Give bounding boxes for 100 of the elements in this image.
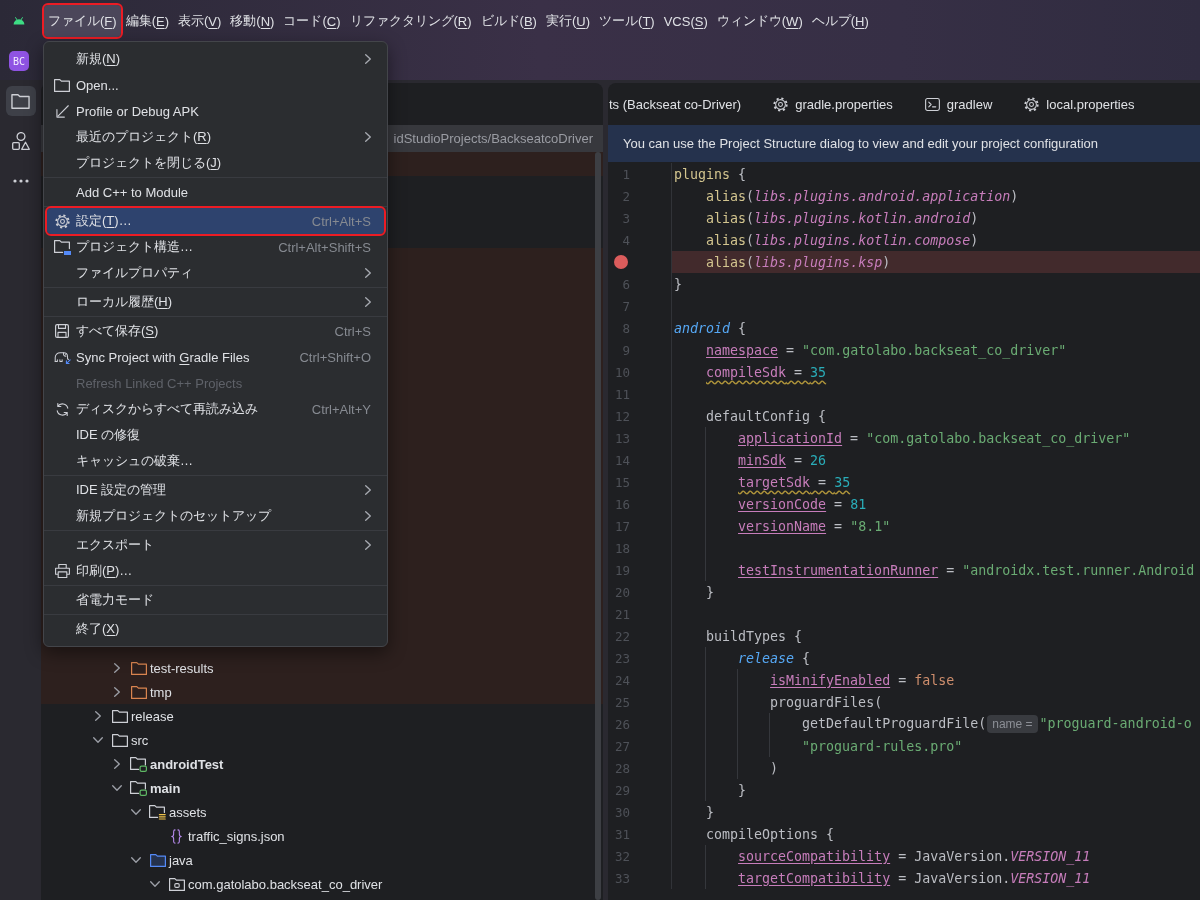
menu-item[interactable]: ファイルプロパティ — [47, 260, 384, 286]
shortcut-text: Ctrl+Alt+Shift+S — [278, 239, 371, 255]
menu-item[interactable]: 終了(X) — [47, 616, 384, 642]
menu-bar-item[interactable]: ウィンドウ(W) — [712, 5, 807, 37]
code-line: release { — [738, 650, 811, 666]
menu-item[interactable]: 新規(N) — [47, 46, 384, 72]
code-line: targetCompatibility = JavaVersion.VERSION_11 — [738, 870, 1091, 886]
robot-icon — [13, 17, 25, 25]
chevron-right-icon[interactable] — [365, 132, 371, 142]
code-line: compileOptions { — [706, 826, 835, 842]
menu-bar-item[interactable]: 編集(E) — [121, 5, 173, 37]
menu-bar-item[interactable]: 移動(N) — [226, 5, 279, 37]
code-line: sourceCompatibility = JavaVersion.VERSION_11 — [738, 848, 1091, 864]
menu-bar-item[interactable]: ヘルプ(H) — [807, 5, 873, 37]
code-line: android { — [674, 320, 747, 336]
menu-item[interactable]: 省電力モード — [47, 587, 384, 613]
folder-badge-icon — [130, 780, 147, 796]
chevron-down-icon[interactable] — [112, 785, 122, 791]
notification-banner: You can use the Project Structure dialog to view and edit your project configuration — [608, 125, 1200, 162]
menu-item[interactable]: エクスポート — [47, 532, 384, 558]
tree-item[interactable]: main — [150, 780, 181, 796]
menu-item[interactable]: 新規プロジェクトのセットアップ — [47, 503, 384, 529]
menu-item[interactable]: ディスクからすべて再読み込み Ctrl+Alt+Y — [47, 396, 384, 422]
chevron-down-icon[interactable] — [131, 857, 141, 863]
chevron-right-icon[interactable] — [114, 687, 120, 697]
chevron-right-icon[interactable] — [365, 54, 371, 64]
code-line: "proguard-rules.pro" — [802, 738, 963, 754]
more-icon — [12, 179, 29, 183]
editor-tab[interactable]: local.properties — [1008, 83, 1151, 125]
menu-item[interactable]: プロジェクト構造… Ctrl+Alt+Shift+S — [47, 234, 384, 260]
path-text: idStudioProjects/BackseatcoDriver — [393, 131, 593, 146]
menu-item[interactable]: ローカル履歴(H) — [47, 289, 384, 315]
chevron-right-icon[interactable] — [114, 759, 120, 769]
menu-item[interactable]: プロジェクトを閉じる(J) — [47, 150, 384, 176]
gear-icon — [1024, 96, 1040, 112]
code-line: versionName = "8.1" — [738, 518, 891, 534]
chevron-down-icon[interactable] — [93, 737, 103, 743]
code-line: minSdk = 26 — [738, 452, 827, 468]
tree-item[interactable]: androidTest — [150, 756, 224, 772]
chevron-right-icon[interactable] — [365, 540, 371, 550]
menu-item[interactable]: Sync Project with Gradle Files Ctrl+Shift+O — [47, 344, 384, 370]
tree-item[interactable]: test-results — [150, 660, 214, 676]
shortcut-text: Ctrl+Shift+O — [299, 349, 371, 365]
code-line: alias(libs.plugins.android.application) — [706, 188, 1019, 204]
menu-bar-item[interactable]: VCS(S) — [659, 5, 712, 37]
tool-button[interactable] — [5, 86, 36, 116]
chevron-right-icon[interactable] — [365, 485, 371, 495]
printer-icon — [54, 564, 70, 578]
menu-bar-item[interactable]: 表示(V) — [174, 5, 226, 37]
editor-tab[interactable]: ts (Backseat co-Driver) — [608, 83, 758, 125]
chevron-right-icon[interactable] — [95, 711, 101, 721]
folder-icon — [111, 733, 128, 747]
menu-item[interactable]: 印刷(P)… — [47, 558, 384, 584]
code-line: defaultConfig { — [706, 408, 827, 424]
menu-item[interactable]: すべて保存(S) Ctrl+S — [47, 318, 384, 344]
chevron-right-icon[interactable] — [365, 297, 371, 307]
menu-bar-item[interactable]: ファイル(F) — [44, 5, 121, 37]
tree-item[interactable]: assets — [169, 804, 207, 820]
code-line: proguardFiles( — [770, 694, 883, 710]
chevron-down-icon[interactable] — [131, 809, 141, 815]
shapes-icon — [11, 132, 30, 150]
chevron-right-icon[interactable] — [114, 663, 120, 673]
chevron-right-icon[interactable] — [365, 511, 371, 521]
code-line: alias(libs.plugins.kotlin.compose) — [706, 232, 979, 248]
menu-item[interactable]: IDE の修復 — [47, 422, 384, 448]
tree-item[interactable]: tmp — [150, 684, 172, 700]
elephant-icon — [53, 350, 71, 364]
tree-item[interactable]: com.gatolabo.backseat_co_driver — [188, 876, 383, 892]
code-line: plugins { — [674, 166, 747, 182]
tree-item[interactable]: traffic_signs.json — [188, 828, 285, 844]
project-badge[interactable]: BC — [9, 51, 29, 71]
code-line: versionCode = 81 — [738, 496, 867, 512]
menu-item[interactable]: キャッシュの破棄… — [47, 448, 384, 474]
menu-item[interactable]: 最近のプロジェクト(R) — [47, 124, 384, 150]
chevron-down-icon[interactable] — [150, 881, 160, 887]
menu-bar-item[interactable]: ビルド(B) — [476, 5, 541, 37]
editor-tab[interactable]: gradle.properties — [757, 83, 909, 125]
code-line: } — [674, 276, 682, 292]
menu-bar-item[interactable]: リファクタリング(R) — [345, 5, 476, 37]
tree-item[interactable]: src — [131, 732, 149, 748]
menu-item[interactable]: Add C++ to Module — [47, 179, 384, 205]
menu-bar-item[interactable]: コード(C) — [279, 5, 345, 37]
folder-bar-icon — [53, 239, 71, 255]
menu-item[interactable]: 設定(T)… Ctrl+Alt+S — [47, 208, 384, 234]
shortcut-text: Ctrl+Alt+S — [311, 213, 371, 229]
code-line: alias(libs.plugins.ksp) — [706, 254, 891, 270]
chevron-right-icon[interactable] — [365, 268, 371, 278]
tree-item[interactable]: java — [169, 852, 193, 868]
menu-item[interactable]: IDE 設定の管理 — [47, 477, 384, 503]
menu-bar-item[interactable]: ツール(T) — [595, 5, 659, 37]
menu-item[interactable]: Profile or Debug APK — [47, 98, 384, 124]
code-line: } — [706, 584, 715, 600]
code-line: ) — [770, 760, 779, 776]
tree-item[interactable]: release — [131, 708, 174, 724]
menu-item[interactable]: Open... — [47, 72, 384, 98]
scrollbar[interactable] — [595, 152, 601, 900]
editor-tab[interactable]: gradlew — [908, 83, 1009, 125]
code-line: } — [706, 804, 715, 820]
menu-bar-item[interactable]: 実行(U) — [541, 5, 595, 37]
code-line: isMinifyEnabled = false — [770, 672, 955, 688]
